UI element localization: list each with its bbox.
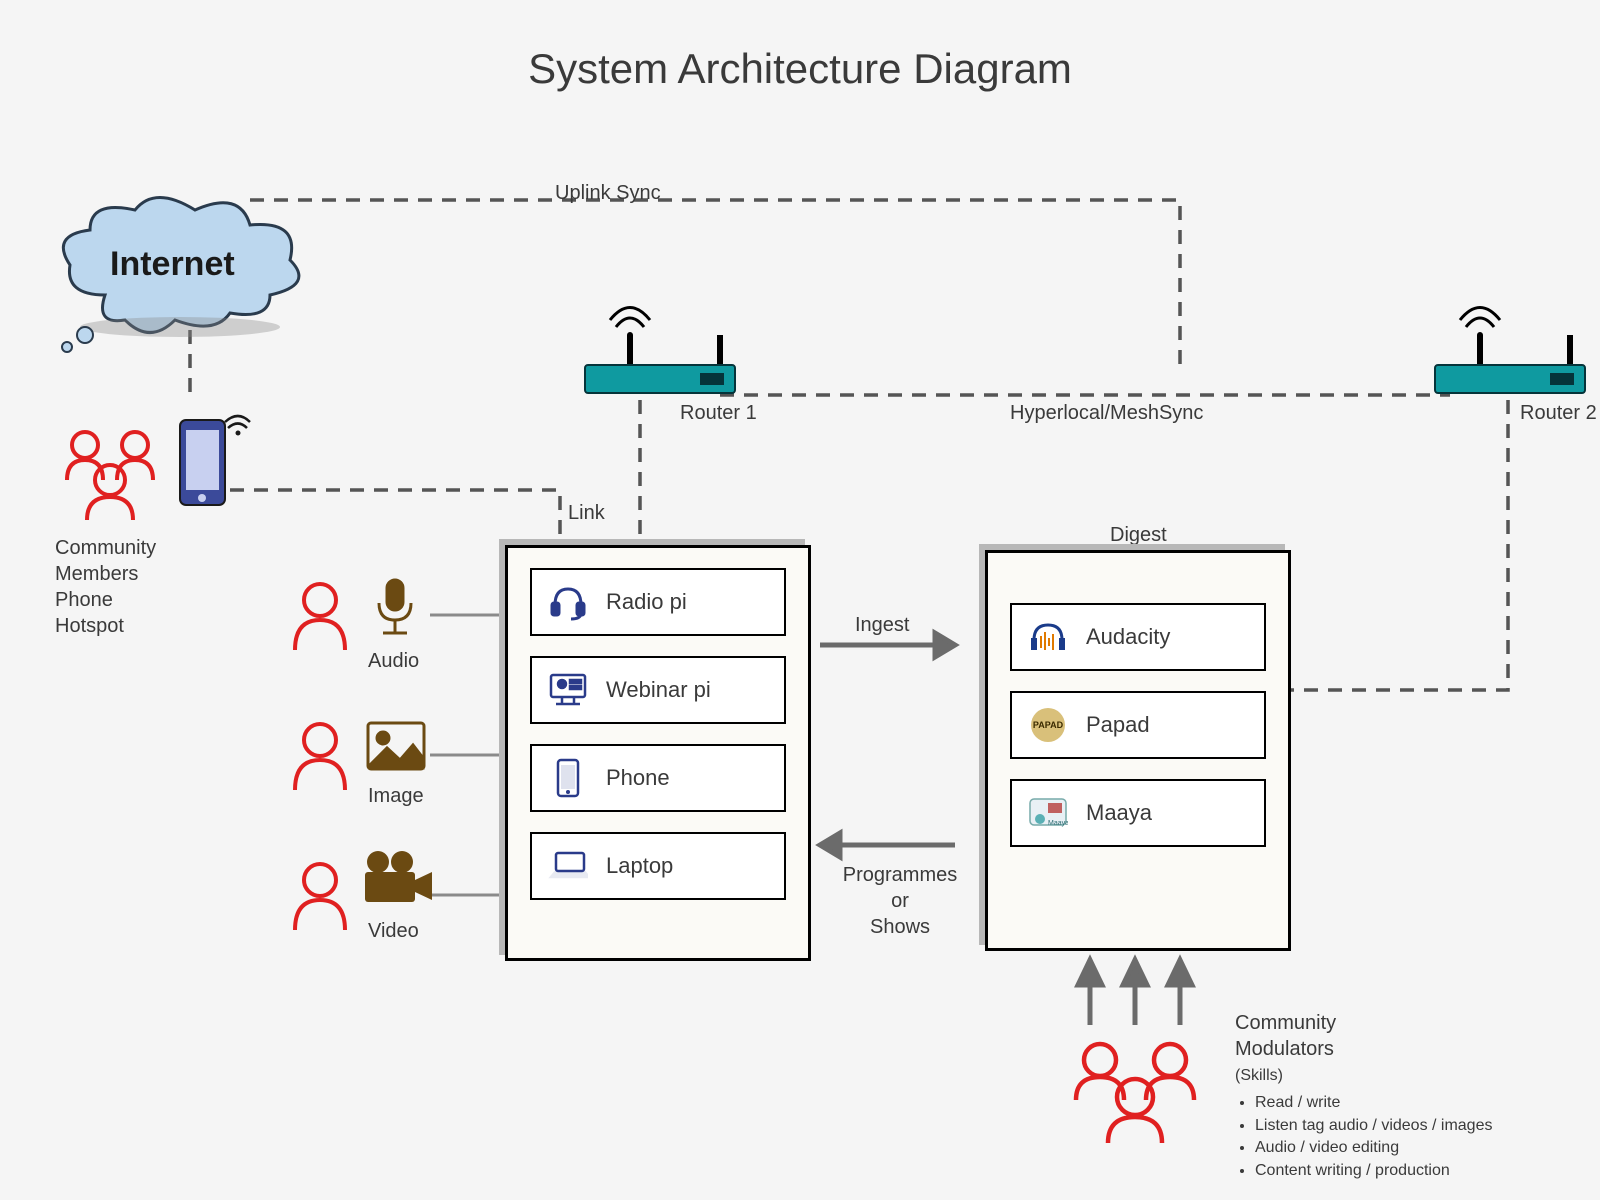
community-modulators-icon <box>1060 1035 1210 1150</box>
maaya-label: Maaya <box>1086 800 1152 826</box>
skill-item: Content writing / production <box>1255 1161 1492 1182</box>
microphone-icon <box>365 575 425 650</box>
webinar-pi-card: Webinar pi <box>530 656 786 724</box>
router-2 <box>1430 285 1590 405</box>
audacity-label: Audacity <box>1086 624 1170 650</box>
uplink-label: Uplink Sync <box>555 180 661 206</box>
router-1 <box>580 285 740 405</box>
papad-card: PAPAD Papad <box>1010 691 1266 759</box>
person-icon <box>285 715 355 795</box>
ingest-label: Ingest <box>855 612 909 638</box>
digest-label: Digest <box>1110 522 1167 548</box>
phone-icon <box>170 400 260 510</box>
audacity-icon <box>1028 617 1068 657</box>
papad-icon: PAPAD <box>1028 705 1068 745</box>
programmes-label: Programmes or Shows <box>835 862 965 940</box>
diagram-canvas: System Architecture Diagram <box>0 0 1600 1200</box>
skills-list: Read / write Listen tag audio / videos /… <box>1235 1093 1492 1182</box>
router1-label: Router 1 <box>680 400 757 426</box>
community-members-icon <box>55 425 165 530</box>
people-icon <box>1060 1035 1210 1145</box>
person-icon <box>285 575 355 655</box>
tools-panel: Audacity PAPAD Papad Maaya Maaya <box>985 550 1291 951</box>
modulators-block: Community Modulators (Skills) Read / wri… <box>1235 1010 1492 1184</box>
laptop-icon <box>548 846 588 886</box>
laptop-label: Laptop <box>606 853 673 879</box>
headset-icon <box>548 582 588 622</box>
image-icon <box>365 720 427 780</box>
skill-item: Listen tag audio / videos / images <box>1255 1116 1492 1137</box>
laptop-card: Laptop <box>530 832 786 900</box>
webinar-pi-label: Webinar pi <box>606 677 711 703</box>
audio-label: Audio <box>368 648 419 674</box>
maaya-card: Maaya Maaya <box>1010 779 1266 847</box>
webinar-icon <box>548 670 588 710</box>
people-icon <box>55 425 165 525</box>
link-label: Link <box>568 500 605 526</box>
phone-hotspot <box>170 400 260 515</box>
phone-label: Phone <box>606 765 670 791</box>
video-label: Video <box>368 918 419 944</box>
mesh-label: Hyperlocal/MeshSync <box>1010 400 1203 426</box>
svg-text:PAPAD: PAPAD <box>1033 720 1064 730</box>
svg-text:Maaya: Maaya <box>1048 820 1068 827</box>
video-person <box>285 855 355 940</box>
image-person <box>285 715 355 800</box>
radio-pi-card: Radio pi <box>530 568 786 636</box>
devices-panel: Radio pi Webinar pi Phone Laptop <box>505 545 811 961</box>
skill-item: Read / write <box>1255 1093 1492 1114</box>
internet-cloud: Internet <box>55 195 315 360</box>
router2-label: Router 2 <box>1520 400 1597 426</box>
audio-person <box>285 575 355 660</box>
papad-label: Papad <box>1086 712 1150 738</box>
audacity-card: Audacity <box>1010 603 1266 671</box>
cloud-label: Internet <box>110 245 235 284</box>
router-icon <box>580 285 740 400</box>
phone-card: Phone <box>530 744 786 812</box>
phone-device-icon <box>548 758 588 798</box>
image-label: Image <box>368 783 424 809</box>
radio-pi-label: Radio pi <box>606 589 687 615</box>
maaya-icon: Maaya <box>1028 793 1068 833</box>
router-icon <box>1430 285 1590 400</box>
video-camera-icon <box>360 850 435 915</box>
skill-item: Audio / video editing <box>1255 1138 1492 1159</box>
community-members-label: Community Members Phone Hotspot <box>55 535 156 639</box>
person-icon <box>285 855 355 935</box>
